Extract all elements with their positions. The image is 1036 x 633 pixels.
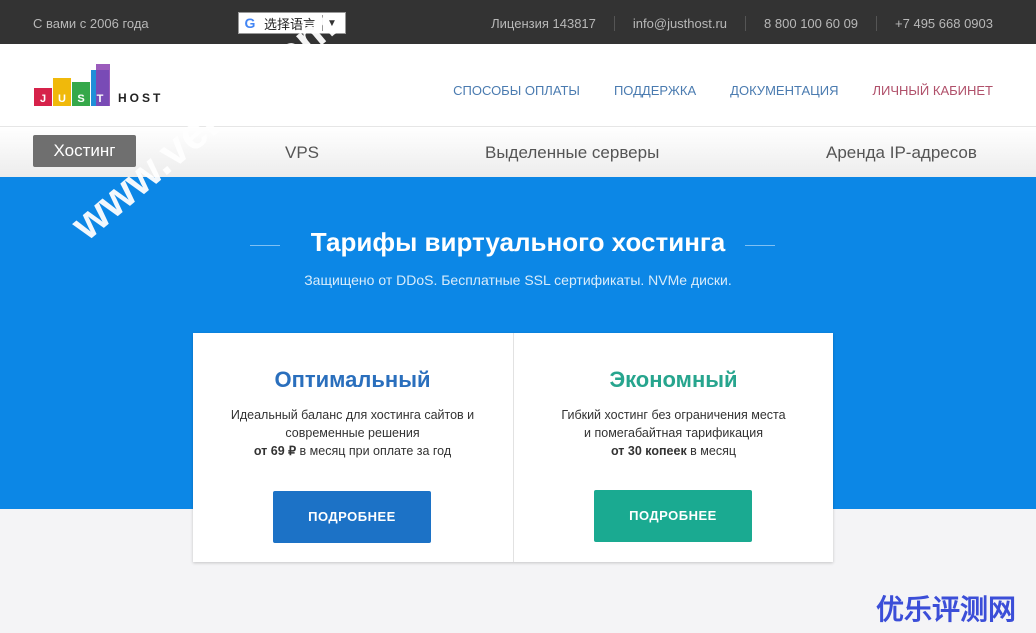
title-line-right: [745, 245, 775, 246]
details-button[interactable]: ПОДРОБНЕЕ: [594, 490, 752, 542]
top-bar: С вами с 2006 года G 选择语言 ▼ Лицензия 143…: [0, 0, 1036, 44]
email-link[interactable]: info@justhost.ru: [613, 16, 745, 31]
logo-letter-u: U: [58, 93, 66, 105]
plan-price-note: в месяц при оплате за год: [296, 444, 452, 458]
plan-price: от 30 копеек в месяц: [534, 442, 813, 460]
nav-support[interactable]: ПОДДЕРЖКА: [614, 83, 696, 98]
plan-description: Идеальный баланс для хостинга сайтов и с…: [213, 406, 492, 460]
header: J U S T HOST СПОСОБЫ ОПЛАТЫ ПОДДЕРЖКА ДО…: [0, 44, 1036, 126]
plan-desc-line: Гибкий хостинг без ограничения места: [561, 408, 786, 422]
logo-letter-j: J: [40, 93, 46, 105]
hero-subtitle: Защищено от DDoS. Бесплатные SSL сертифи…: [304, 272, 732, 288]
plan-description: Гибкий хостинг без ограничения места и п…: [534, 406, 813, 460]
logo-word: HOST: [118, 91, 163, 105]
phone-link-moscow[interactable]: +7 495 668 0903: [876, 16, 993, 31]
logo-letter-s: S: [77, 93, 84, 105]
hero-title: Тарифы виртуального хостинга: [310, 227, 726, 257]
plan-name: Экономный: [609, 367, 738, 392]
tab-ip[interactable]: Аренда IP-адресов: [826, 143, 977, 163]
google-icon: G: [244, 15, 256, 31]
nav-docs[interactable]: ДОКУМЕНТАЦИЯ: [730, 83, 838, 98]
tab-dedicated[interactable]: Выделенные серверы: [485, 143, 659, 163]
nav-cabinet[interactable]: ЛИЧНЫЙ КАБИНЕТ: [872, 83, 993, 98]
plan-card-optimal: Оптимальный Идеальный баланс для хостинг…: [193, 333, 512, 562]
justhost-logo[interactable]: J U S T HOST: [34, 64, 174, 106]
since-text: С вами с 2006 года: [33, 16, 149, 31]
plan-price-note: в месяц: [686, 444, 737, 458]
tab-vps[interactable]: VPS: [285, 143, 319, 163]
plan-cards: Оптимальный Идеальный баланс для хостинг…: [193, 333, 833, 562]
contact-links: Лицензия 143817 info@justhost.ru 8 800 1…: [491, 16, 993, 31]
phone-link-free[interactable]: 8 800 100 60 09: [745, 16, 876, 31]
nav-payment[interactable]: СПОСОБЫ ОПЛАТЫ: [453, 83, 580, 98]
brand-watermark: 优乐评测网: [876, 594, 1017, 625]
plan-desc-line: и помегабайтная тарификация: [584, 426, 763, 440]
plan-desc-line: Идеальный баланс для хостинга сайтов и: [230, 408, 475, 422]
logo-letter-t: T: [97, 93, 104, 105]
plan-price: от 69 ₽ в месяц при оплате за год: [213, 442, 492, 460]
license-text: Лицензия 143817: [491, 16, 596, 31]
plan-price-amount: от 69 ₽: [253, 444, 297, 458]
plan-name: Оптимальный: [274, 367, 431, 392]
main-nav: СПОСОБЫ ОПЛАТЫ ПОДДЕРЖКА ДОКУМЕНТАЦИЯ ЛИ…: [419, 83, 993, 98]
plan-desc-line: современные решения: [285, 426, 420, 440]
plan-price-amount: от 30 копеек: [610, 444, 687, 458]
details-button[interactable]: ПОДРОБНЕЕ: [273, 491, 431, 543]
plan-card-economy: Экономный Гибкий хостинг без ограничения…: [513, 333, 833, 562]
